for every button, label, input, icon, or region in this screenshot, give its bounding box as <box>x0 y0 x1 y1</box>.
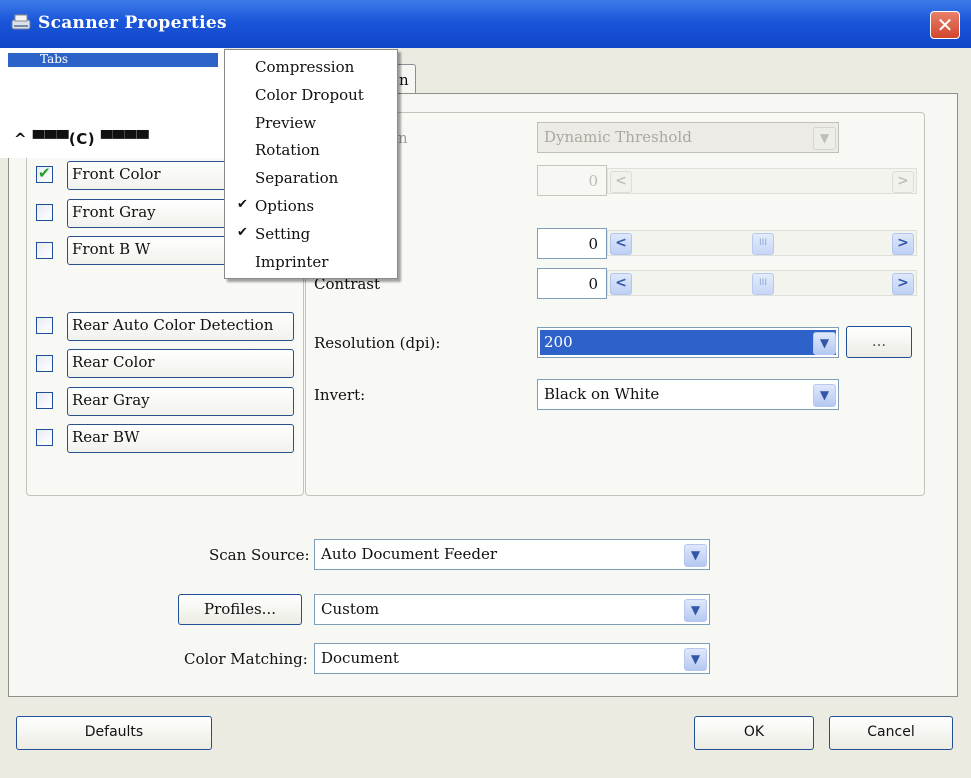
brightness-slider[interactable]: < III > <box>607 230 917 256</box>
profiles-button[interactable]: Profiles... <box>178 594 302 625</box>
invert-select[interactable]: Black on White ▼ <box>537 379 839 410</box>
scan-source-select[interactable]: Auto Document Feeder ▼ <box>314 539 710 570</box>
image-type-rear-bw[interactable]: Rear BW <box>67 424 294 453</box>
binarization-label: n <box>398 129 408 147</box>
slider-thumb[interactable]: III <box>752 233 774 255</box>
overlay-ghost-text: ^ ▀▀▀(C) ▀▀▀▀ <box>14 130 149 148</box>
image-type-rear-gray[interactable]: Rear Gray <box>67 387 294 416</box>
scan-source-label: Scan Source: <box>209 546 310 564</box>
menu-item-rotation[interactable]: Rotation <box>225 137 397 164</box>
menu-item-compression[interactable]: Compression <box>225 54 397 81</box>
close-button[interactable]: ✕ <box>930 11 960 39</box>
checkbox-front-bw[interactable] <box>36 242 53 259</box>
slider-thumb[interactable]: III <box>752 273 774 295</box>
checkbox-rear-color[interactable] <box>36 355 53 372</box>
menu-item-imprinter[interactable]: Imprinter <box>225 249 397 276</box>
defaults-button[interactable]: Defaults <box>16 716 212 750</box>
check-icon: ✔ <box>237 225 248 240</box>
image-type-rear-color[interactable]: Rear Color <box>67 349 294 378</box>
chevron-down-icon: ▼ <box>684 599 707 622</box>
menu-item-separation[interactable]: Separation <box>225 165 397 192</box>
resolution-select[interactable]: 200 ▼ <box>537 327 839 358</box>
window-title: Scanner Properties <box>38 13 227 33</box>
chevron-down-icon: ▼ <box>813 127 836 150</box>
profile-select[interactable]: Custom ▼ <box>314 594 710 625</box>
color-matching-label: Color Matching: <box>184 650 308 668</box>
checkbox-rear-gray[interactable] <box>36 392 53 409</box>
scroll-left-icon[interactable]: < <box>610 171 632 193</box>
invert-label: Invert: <box>314 386 366 404</box>
menu-item-setting[interactable]: ✔ Setting <box>225 221 397 248</box>
checkbox-front-gray[interactable] <box>36 204 53 221</box>
scroll-right-icon[interactable]: > <box>892 273 914 295</box>
resolution-label: Resolution (dpi): <box>314 334 441 352</box>
check-icon: ✔ <box>237 197 248 212</box>
brightness-value[interactable]: 0 <box>537 228 607 259</box>
image-type-rear-auto-color[interactable]: Rear Auto Color Detection <box>67 312 294 341</box>
menu-item-preview[interactable]: Preview <box>225 110 397 137</box>
resolution-more-button[interactable]: ... <box>846 326 912 358</box>
scanner-icon <box>11 14 31 30</box>
ok-button[interactable]: OK <box>694 716 814 750</box>
tab-context-menu: Compression Color Dropout Preview Rotati… <box>224 49 398 279</box>
binarization-select[interactable]: Dynamic Threshold ▼ <box>537 122 839 153</box>
threshold-slider[interactable]: < > <box>607 168 917 194</box>
chevron-down-icon: ▼ <box>813 332 836 355</box>
contrast-slider[interactable]: < III > <box>607 270 917 296</box>
menu-item-options[interactable]: ✔ Options <box>225 193 397 220</box>
scroll-left-icon[interactable]: < <box>610 233 632 255</box>
scroll-right-icon[interactable]: > <box>892 171 914 193</box>
scroll-left-icon[interactable]: < <box>610 273 632 295</box>
checkbox-rear-bw[interactable] <box>36 429 53 446</box>
menu-item-color-dropout[interactable]: Color Dropout <box>225 82 397 109</box>
scroll-right-icon[interactable]: > <box>892 233 914 255</box>
cancel-button[interactable]: Cancel <box>829 716 953 750</box>
contrast-value[interactable]: 0 <box>537 268 607 299</box>
overlay-header: Tabs <box>40 52 69 66</box>
checkbox-front-color[interactable] <box>36 164 53 183</box>
chevron-down-icon: ▼ <box>813 384 836 407</box>
close-icon: ✕ <box>936 13 954 37</box>
threshold-value[interactable]: 0 <box>537 165 607 196</box>
checkbox-rear-auto-color[interactable] <box>36 317 53 334</box>
chevron-down-icon: ▼ <box>684 648 707 671</box>
color-matching-select[interactable]: Document ▼ <box>314 643 710 674</box>
chevron-down-icon: ▼ <box>684 544 707 567</box>
